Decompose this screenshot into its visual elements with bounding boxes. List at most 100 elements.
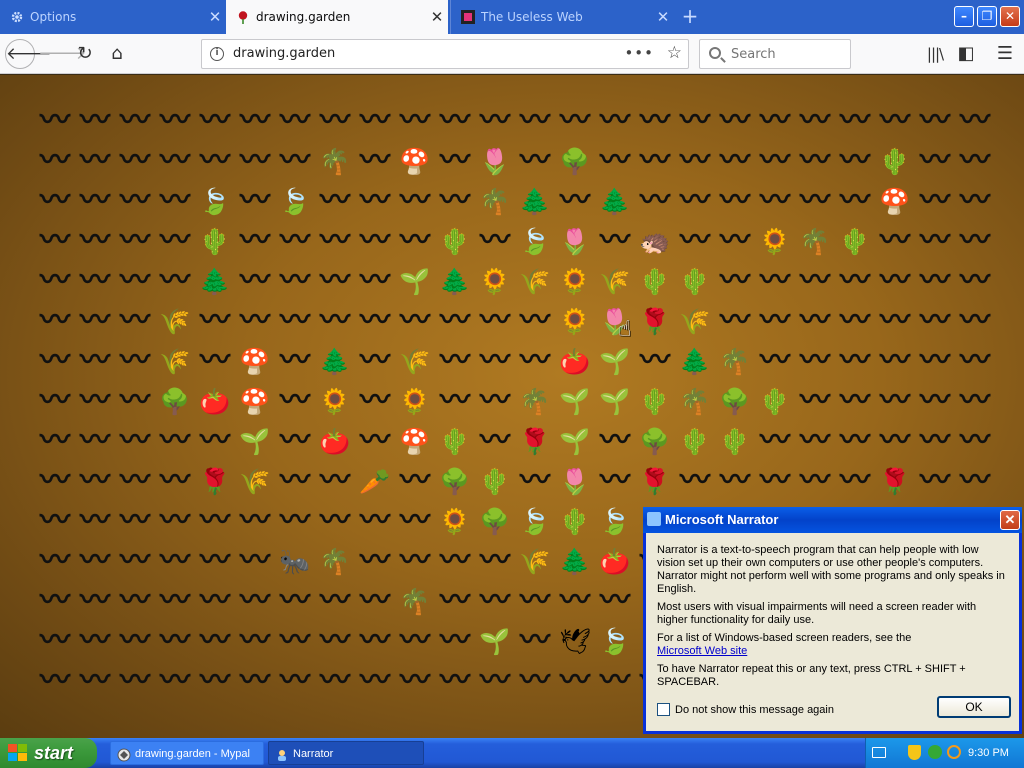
wave-cell[interactable]: 〰 bbox=[115, 342, 155, 382]
dialog-close-button[interactable]: ✕ bbox=[1000, 510, 1020, 530]
evergreen-tree-cell[interactable]: 🌲 bbox=[435, 262, 475, 302]
wave-cell[interactable]: 〰 bbox=[35, 182, 75, 222]
wave-cell[interactable]: 〰 bbox=[475, 542, 515, 582]
wave-cell[interactable]: 〰 bbox=[955, 222, 995, 262]
wave-cell[interactable]: 〰 bbox=[355, 302, 395, 342]
wave-cell[interactable]: 〰 bbox=[35, 102, 75, 142]
tomato-cell[interactable]: 🍅 bbox=[555, 342, 595, 382]
deciduous-tree-cell[interactable]: 🌳 bbox=[635, 422, 675, 462]
seedling-cell[interactable]: 🌱 bbox=[555, 422, 595, 462]
wave-cell[interactable]: 〰 bbox=[195, 542, 235, 582]
wave-cell[interactable]: 〰 bbox=[955, 102, 995, 142]
wave-cell[interactable]: 〰 bbox=[675, 142, 715, 182]
wave-cell[interactable]: 〰 bbox=[355, 222, 395, 262]
wave-cell[interactable]: 〰 bbox=[275, 302, 315, 342]
wave-cell[interactable]: 〰 bbox=[475, 342, 515, 382]
wave-cell[interactable]: 〰 bbox=[515, 662, 555, 702]
wave-cell[interactable]: 〰 bbox=[195, 422, 235, 462]
wave-cell[interactable]: 〰 bbox=[315, 582, 355, 622]
wave-cell[interactable]: 〰 bbox=[115, 542, 155, 582]
wave-cell[interactable]: 〰 bbox=[515, 302, 555, 342]
new-tab-button[interactable]: + bbox=[678, 6, 702, 28]
wave-cell[interactable]: 〰 bbox=[875, 422, 915, 462]
wave-cell[interactable]: 〰 bbox=[275, 502, 315, 542]
deciduous-tree-cell[interactable]: 🌳 bbox=[475, 502, 515, 542]
wave-cell[interactable]: 〰 bbox=[715, 182, 755, 222]
palm-tree-cell[interactable]: 🌴 bbox=[715, 342, 755, 382]
wave-cell[interactable]: 〰 bbox=[275, 422, 315, 462]
palm-tree-cell[interactable]: 🌴 bbox=[315, 142, 355, 182]
wave-cell[interactable]: 〰 bbox=[75, 382, 115, 422]
wave-cell[interactable]: 〰 bbox=[715, 142, 755, 182]
wave-cell[interactable]: 〰 bbox=[395, 182, 435, 222]
wave-cell[interactable]: 〰 bbox=[595, 422, 635, 462]
wave-cell[interactable]: 〰 bbox=[435, 342, 475, 382]
seedling-cell[interactable]: 🌱 bbox=[595, 382, 635, 422]
wave-cell[interactable]: 〰 bbox=[755, 462, 795, 502]
wave-cell[interactable]: 〰 bbox=[315, 502, 355, 542]
wave-cell[interactable]: 〰 bbox=[435, 542, 475, 582]
wave-cell[interactable]: 〰 bbox=[235, 262, 275, 302]
wave-cell[interactable]: 〰 bbox=[275, 582, 315, 622]
wave-cell[interactable]: 〰 bbox=[915, 182, 955, 222]
wave-cell[interactable]: 〰 bbox=[715, 302, 755, 342]
tulip-cell[interactable]: 🌷 bbox=[475, 142, 515, 182]
wave-cell[interactable]: 〰 bbox=[235, 102, 275, 142]
wave-cell[interactable]: 〰 bbox=[795, 262, 835, 302]
wave-cell[interactable]: 〰 bbox=[315, 102, 355, 142]
wave-cell[interactable]: 〰 bbox=[355, 542, 395, 582]
wave-cell[interactable]: 〰 bbox=[355, 422, 395, 462]
cactus-cell[interactable]: 🌵 bbox=[755, 382, 795, 422]
wave-cell[interactable]: 〰 bbox=[315, 222, 355, 262]
wave-cell[interactable]: 〰 bbox=[355, 142, 395, 182]
wave-cell[interactable]: 〰 bbox=[475, 382, 515, 422]
wave-cell[interactable]: 〰 bbox=[435, 302, 475, 342]
wave-cell[interactable]: 〰 bbox=[155, 262, 195, 302]
wave-cell[interactable]: 〰 bbox=[235, 222, 275, 262]
mushroom-cell[interactable]: 🍄 bbox=[395, 142, 435, 182]
mushroom-cell[interactable]: 🍄 bbox=[235, 342, 275, 382]
wave-cell[interactable]: 〰 bbox=[275, 662, 315, 702]
wave-cell[interactable]: 〰 bbox=[355, 502, 395, 542]
rice-cell[interactable]: 🌾 bbox=[155, 302, 195, 342]
wave-cell[interactable]: 〰 bbox=[275, 262, 315, 302]
menu-icon[interactable]: ☰ bbox=[990, 39, 1020, 69]
wave-cell[interactable]: 〰 bbox=[395, 542, 435, 582]
wave-cell[interactable]: 〰 bbox=[155, 102, 195, 142]
tulip-cell[interactable]: 🌷 bbox=[555, 462, 595, 502]
cactus-cell[interactable]: 🌵 bbox=[555, 502, 595, 542]
wave-cell[interactable]: 〰 bbox=[155, 542, 195, 582]
microsoft-web-site-link[interactable]: Microsoft Web site bbox=[657, 645, 747, 657]
wave-cell[interactable]: 〰 bbox=[195, 302, 235, 342]
url-text[interactable]: drawing.garden bbox=[233, 46, 335, 61]
deciduous-tree-cell[interactable]: 🌳 bbox=[435, 462, 475, 502]
palm-tree-cell[interactable]: 🌴 bbox=[475, 182, 515, 222]
wave-cell[interactable]: 〰 bbox=[195, 342, 235, 382]
cactus-cell[interactable]: 🌵 bbox=[715, 422, 755, 462]
wave-cell[interactable]: 〰 bbox=[955, 262, 995, 302]
wave-cell[interactable]: 〰 bbox=[355, 342, 395, 382]
wave-cell[interactable]: 〰 bbox=[635, 182, 675, 222]
wave-cell[interactable]: 〰 bbox=[195, 622, 235, 662]
wave-cell[interactable]: 〰 bbox=[955, 382, 995, 422]
wave-cell[interactable]: 〰 bbox=[355, 622, 395, 662]
wave-cell[interactable]: 〰 bbox=[475, 222, 515, 262]
rice-cell[interactable]: 🌾 bbox=[675, 302, 715, 342]
wave-cell[interactable]: 〰 bbox=[875, 262, 915, 302]
leaf-cell[interactable]: 🍃 bbox=[515, 502, 555, 542]
wave-cell[interactable]: 〰 bbox=[75, 182, 115, 222]
wave-cell[interactable]: 〰 bbox=[475, 302, 515, 342]
wave-cell[interactable]: 〰 bbox=[355, 102, 395, 142]
seedling-cell[interactable]: 🌱 bbox=[395, 262, 435, 302]
wave-cell[interactable]: 〰 bbox=[235, 502, 275, 542]
wave-cell[interactable]: 〰 bbox=[395, 102, 435, 142]
wave-cell[interactable]: 〰 bbox=[875, 302, 915, 342]
tulip-cell[interactable]: 🌷 bbox=[555, 222, 595, 262]
wave-cell[interactable]: 〰 bbox=[595, 142, 635, 182]
wave-cell[interactable]: 〰 bbox=[115, 662, 155, 702]
close-tab-icon[interactable]: ✕ bbox=[426, 8, 448, 26]
wave-cell[interactable]: 〰 bbox=[155, 422, 195, 462]
tab-useless-web[interactable]: The Useless Web ✕ bbox=[450, 0, 674, 34]
wave-cell[interactable]: 〰 bbox=[275, 622, 315, 662]
wave-cell[interactable]: 〰 bbox=[355, 182, 395, 222]
